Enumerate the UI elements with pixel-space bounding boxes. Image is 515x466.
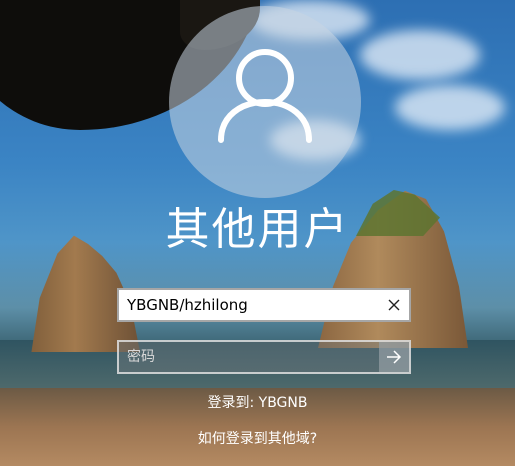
clear-button[interactable] — [379, 290, 409, 320]
password-input[interactable] — [119, 342, 379, 372]
close-icon[interactable] — [388, 299, 400, 311]
lock-screen: 其他用户 YBGNB/hzhilong 登录到: YBGNB 如何登录到其他域? — [0, 0, 515, 466]
username-field[interactable]: YBGNB/hzhilong — [117, 288, 411, 322]
other-domain-help-link[interactable]: 如何登录到其他域? — [0, 428, 515, 448]
sign-in-to-domain: 登录到: YBGNB — [207, 395, 308, 411]
user-name-title: 其他用户 — [165, 204, 350, 255]
submit-button[interactable] — [379, 342, 409, 372]
password-field[interactable] — [117, 340, 411, 374]
username-value[interactable]: YBGNB/hzhilong — [119, 296, 379, 314]
arrow-right-icon[interactable] — [386, 350, 402, 364]
user-silhouette-icon — [218, 49, 312, 143]
background-cloud — [395, 85, 505, 130]
avatar — [169, 6, 361, 198]
background-cloud — [360, 30, 480, 80]
